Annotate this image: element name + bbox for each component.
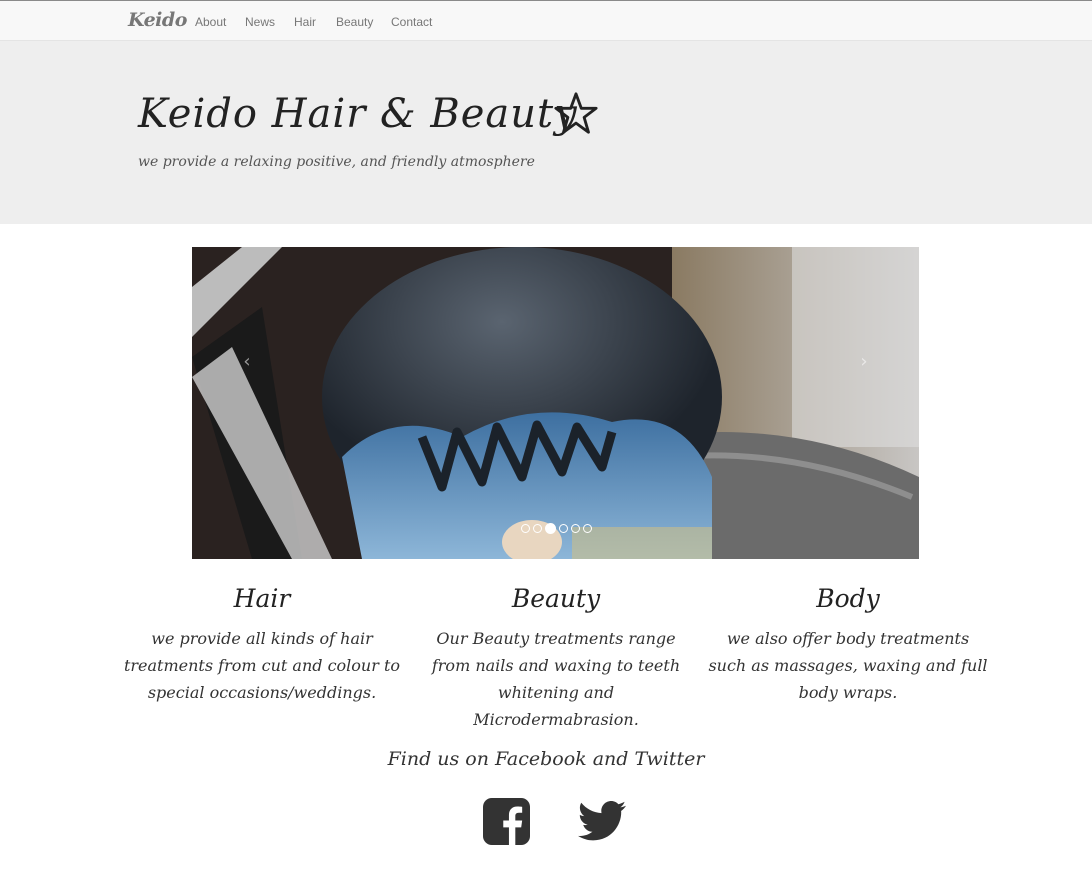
carousel-indicator[interactable] xyxy=(583,523,592,533)
facebook-icon[interactable] xyxy=(483,798,530,845)
carousel-indicators xyxy=(521,522,592,534)
social-heading: Find us on Facebook and Twitter xyxy=(387,748,705,770)
nav-link-news[interactable]: News xyxy=(245,15,275,29)
feature-title: Beauty xyxy=(511,584,601,613)
carousel-slide-image xyxy=(192,247,919,559)
nav-link-about[interactable]: About xyxy=(195,15,226,29)
nav-link-beauty[interactable]: Beauty xyxy=(336,15,373,29)
page-subtitle: we provide a relaxing positive, and frie… xyxy=(138,154,535,170)
carousel-indicator[interactable] xyxy=(533,523,542,533)
feature-title: Hair xyxy=(233,584,291,613)
feature-title: Body xyxy=(816,584,880,613)
carousel-indicator[interactable] xyxy=(559,523,568,533)
carousel-indicator[interactable] xyxy=(571,523,580,533)
brand-logo[interactable]: Keido xyxy=(128,9,187,31)
feature-body: Body we also offer body treatments such … xyxy=(708,584,988,706)
image-carousel[interactable]: ‹ › xyxy=(192,247,919,559)
feature-text: we also offer body treatments such as ma… xyxy=(708,629,988,702)
feature-text: Our Beauty treatments range from nails a… xyxy=(431,629,681,729)
carousel-prev-button[interactable]: ‹ xyxy=(232,347,262,377)
twitter-icon[interactable] xyxy=(578,800,626,842)
carousel-indicator-active[interactable] xyxy=(545,522,556,534)
nav-link-hair[interactable]: Hair xyxy=(294,15,316,29)
feature-beauty: Beauty Our Beauty treatments range from … xyxy=(416,584,696,733)
hero-jumbotron: Keido Hair & Beauty we provide a relaxin… xyxy=(0,41,1092,224)
carousel-indicator[interactable] xyxy=(521,523,530,533)
feature-hair: Hair we provide all kinds of hair treatm… xyxy=(122,584,402,706)
star-outline-icon xyxy=(554,92,598,134)
feature-text: we provide all kinds of hair treatments … xyxy=(123,629,401,702)
page-title: Keido Hair & Beauty xyxy=(138,91,578,137)
nav-link-contact[interactable]: Contact xyxy=(391,15,432,29)
top-navbar: Keido About News Hair Beauty Contact xyxy=(0,0,1092,41)
carousel-next-button[interactable]: › xyxy=(849,347,879,377)
